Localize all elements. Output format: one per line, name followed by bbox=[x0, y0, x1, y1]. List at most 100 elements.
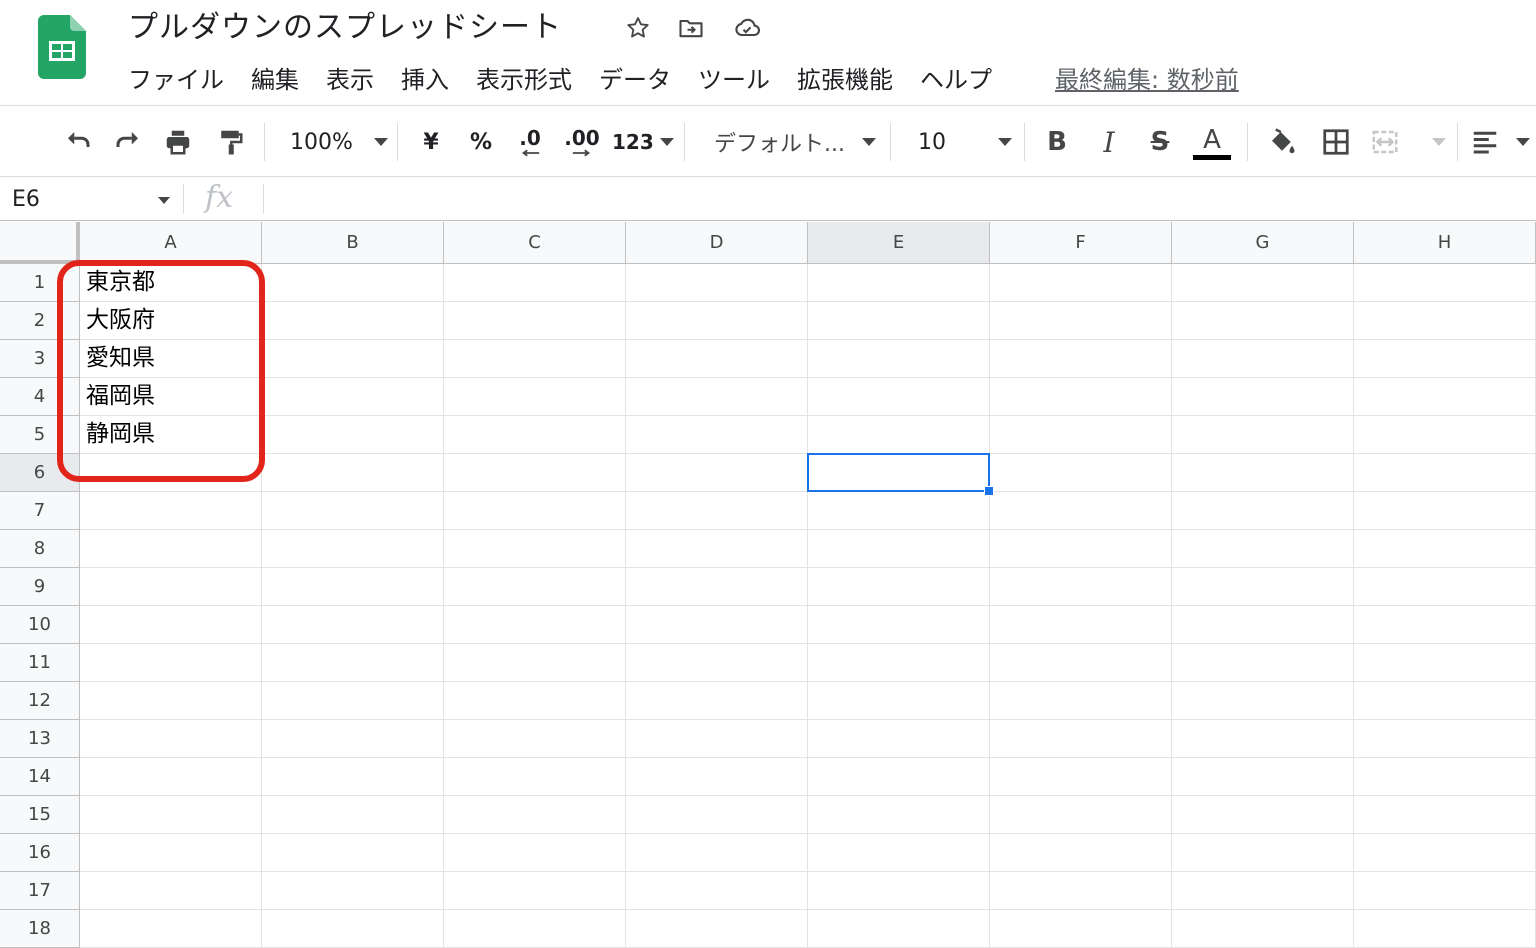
cell-c8[interactable] bbox=[444, 530, 626, 568]
cell-h6[interactable] bbox=[1354, 454, 1536, 492]
menu-file[interactable]: ファイル bbox=[128, 62, 224, 98]
cell-c15[interactable] bbox=[444, 796, 626, 834]
menu-format[interactable]: 表示形式 bbox=[476, 62, 572, 98]
cell-f1[interactable] bbox=[990, 264, 1172, 302]
cell-e5[interactable] bbox=[808, 416, 990, 454]
cell-e3[interactable] bbox=[808, 340, 990, 378]
cell-d9[interactable] bbox=[626, 568, 808, 606]
cell-b4[interactable] bbox=[262, 378, 444, 416]
cell-g10[interactable] bbox=[1172, 606, 1354, 644]
cell-e4[interactable] bbox=[808, 378, 990, 416]
row-header-7[interactable]: 7 bbox=[0, 492, 80, 530]
cell-f5[interactable] bbox=[990, 416, 1172, 454]
print-button[interactable] bbox=[158, 120, 198, 164]
cell-c12[interactable] bbox=[444, 682, 626, 720]
cell-d5[interactable] bbox=[626, 416, 808, 454]
cell-e2[interactable] bbox=[808, 302, 990, 340]
column-header-a[interactable]: A bbox=[80, 222, 262, 264]
percent-format-button[interactable]: % bbox=[464, 120, 498, 164]
cell-h18[interactable] bbox=[1354, 910, 1536, 948]
cell-b12[interactable] bbox=[262, 682, 444, 720]
cell-g12[interactable] bbox=[1172, 682, 1354, 720]
cell-g3[interactable] bbox=[1172, 340, 1354, 378]
cell-d17[interactable] bbox=[626, 872, 808, 910]
move-to-folder-icon[interactable] bbox=[675, 12, 707, 44]
strikethrough-button[interactable]: S bbox=[1143, 120, 1177, 164]
cell-a18[interactable] bbox=[80, 910, 262, 948]
cell-e16[interactable] bbox=[808, 834, 990, 872]
menu-edit[interactable]: 編集 bbox=[251, 62, 299, 98]
cell-b16[interactable] bbox=[262, 834, 444, 872]
row-header-14[interactable]: 14 bbox=[0, 758, 80, 796]
cell-f18[interactable] bbox=[990, 910, 1172, 948]
chevron-down-icon[interactable] bbox=[158, 197, 170, 204]
cell-h16[interactable] bbox=[1354, 834, 1536, 872]
cell-f9[interactable] bbox=[990, 568, 1172, 606]
undo-button[interactable] bbox=[58, 120, 98, 164]
cell-a9[interactable] bbox=[80, 568, 262, 606]
cell-a13[interactable] bbox=[80, 720, 262, 758]
row-header-5[interactable]: 5 bbox=[0, 416, 80, 454]
cell-a3[interactable]: 愛知県 bbox=[80, 340, 262, 378]
cell-a2[interactable]: 大阪府 bbox=[80, 302, 262, 340]
cell-f3[interactable] bbox=[990, 340, 1172, 378]
cell-e17[interactable] bbox=[808, 872, 990, 910]
cell-c13[interactable] bbox=[444, 720, 626, 758]
document-title[interactable]: プルダウンのスプレッドシート bbox=[128, 8, 562, 48]
cell-g16[interactable] bbox=[1172, 834, 1354, 872]
cell-a7[interactable] bbox=[80, 492, 262, 530]
cell-c2[interactable] bbox=[444, 302, 626, 340]
borders-button[interactable] bbox=[1316, 120, 1356, 164]
cell-d13[interactable] bbox=[626, 720, 808, 758]
cell-b5[interactable] bbox=[262, 416, 444, 454]
cell-c18[interactable] bbox=[444, 910, 626, 948]
row-header-9[interactable]: 9 bbox=[0, 568, 80, 606]
menu-insert[interactable]: 挿入 bbox=[401, 62, 449, 98]
cell-g14[interactable] bbox=[1172, 758, 1354, 796]
cell-a12[interactable] bbox=[80, 682, 262, 720]
cell-f8[interactable] bbox=[990, 530, 1172, 568]
cell-c6[interactable] bbox=[444, 454, 626, 492]
row-header-4[interactable]: 4 bbox=[0, 378, 80, 416]
cell-f12[interactable] bbox=[990, 682, 1172, 720]
bold-button[interactable]: B bbox=[1040, 120, 1074, 164]
cell-d12[interactable] bbox=[626, 682, 808, 720]
redo-button[interactable] bbox=[108, 120, 148, 164]
cell-f15[interactable] bbox=[990, 796, 1172, 834]
currency-format-button[interactable]: ¥ bbox=[414, 120, 448, 164]
cell-g7[interactable] bbox=[1172, 492, 1354, 530]
cell-g15[interactable] bbox=[1172, 796, 1354, 834]
cell-h15[interactable] bbox=[1354, 796, 1536, 834]
cell-b15[interactable] bbox=[262, 796, 444, 834]
cell-h12[interactable] bbox=[1354, 682, 1536, 720]
cell-g4[interactable] bbox=[1172, 378, 1354, 416]
cell-h8[interactable] bbox=[1354, 530, 1536, 568]
font-size-select[interactable]: 10 bbox=[908, 120, 1012, 164]
last-edit-link[interactable]: 最終編集: 数秒前 bbox=[1055, 62, 1239, 98]
menu-view[interactable]: 表示 bbox=[326, 62, 374, 98]
cell-b3[interactable] bbox=[262, 340, 444, 378]
cell-g9[interactable] bbox=[1172, 568, 1354, 606]
cell-e11[interactable] bbox=[808, 644, 990, 682]
cell-d4[interactable] bbox=[626, 378, 808, 416]
cell-g5[interactable] bbox=[1172, 416, 1354, 454]
menu-data[interactable]: データ bbox=[599, 62, 671, 98]
cell-d8[interactable] bbox=[626, 530, 808, 568]
select-all-corner[interactable] bbox=[0, 222, 80, 264]
merge-cells-button[interactable] bbox=[1370, 120, 1446, 164]
cell-e6[interactable] bbox=[808, 454, 990, 492]
increase-decimal-button[interactable]: .00 bbox=[560, 120, 604, 164]
cell-h5[interactable] bbox=[1354, 416, 1536, 454]
cell-e7[interactable] bbox=[808, 492, 990, 530]
zoom-select[interactable]: 100% bbox=[282, 120, 388, 164]
row-header-17[interactable]: 17 bbox=[0, 872, 80, 910]
cell-e12[interactable] bbox=[808, 682, 990, 720]
cell-h2[interactable] bbox=[1354, 302, 1536, 340]
cell-c7[interactable] bbox=[444, 492, 626, 530]
cell-d10[interactable] bbox=[626, 606, 808, 644]
cell-d16[interactable] bbox=[626, 834, 808, 872]
cell-b18[interactable] bbox=[262, 910, 444, 948]
cell-c5[interactable] bbox=[444, 416, 626, 454]
cell-c4[interactable] bbox=[444, 378, 626, 416]
horizontal-align-button[interactable] bbox=[1470, 120, 1530, 164]
